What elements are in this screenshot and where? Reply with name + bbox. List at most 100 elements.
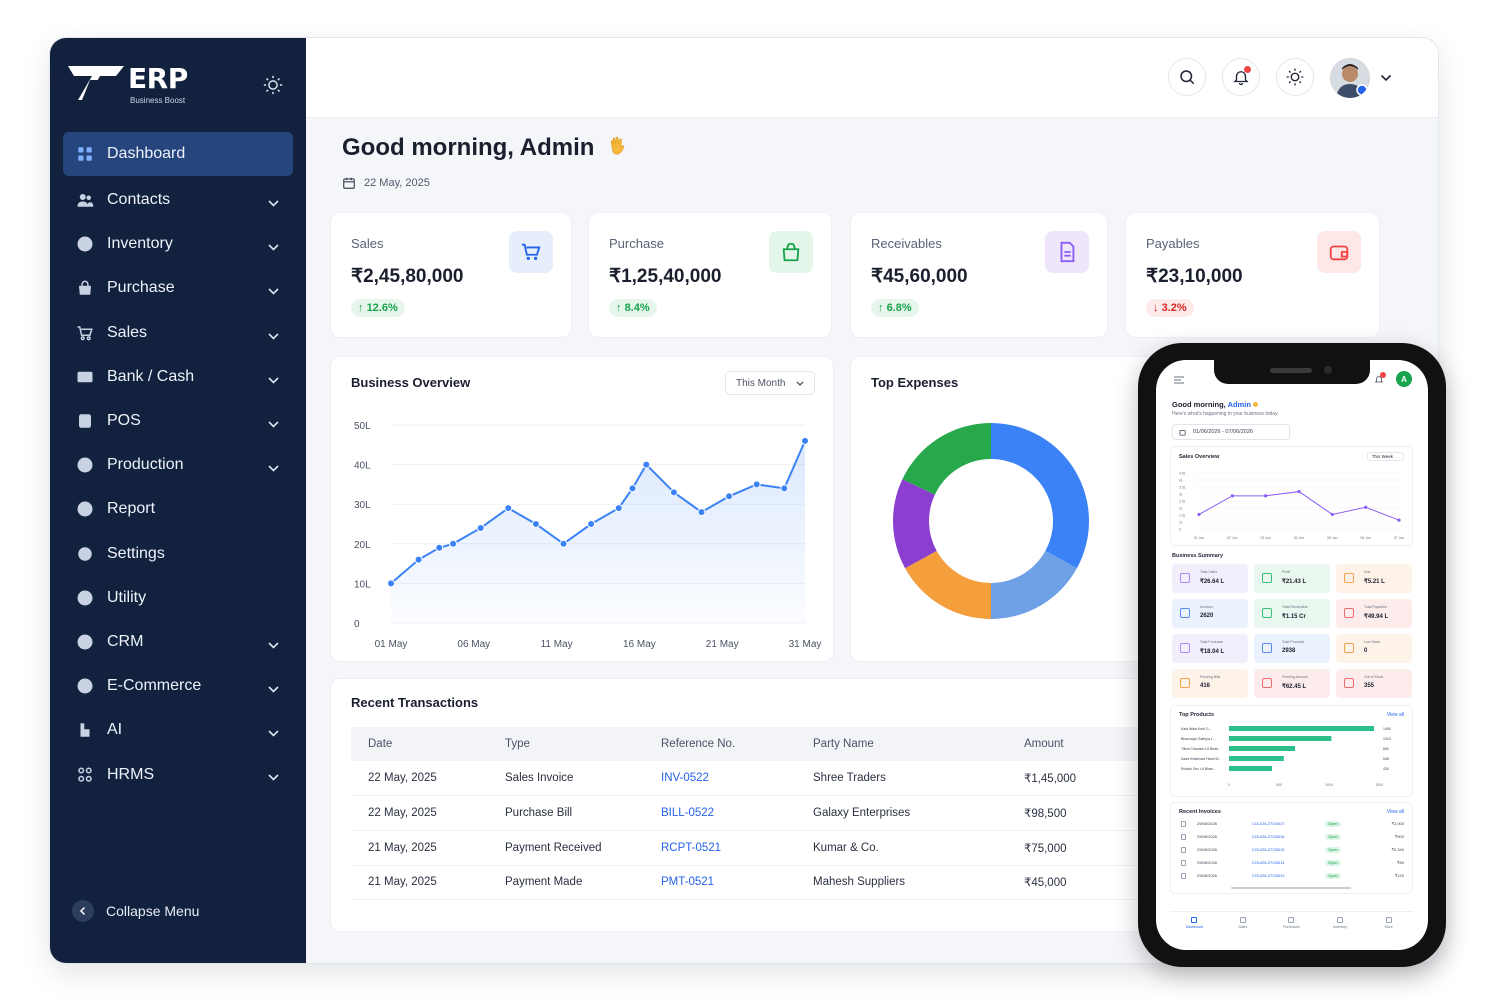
summary-tile-total-products[interactable]: Total Products 2938: [1254, 634, 1330, 663]
sidebar-item-sales[interactable]: Sales: [63, 311, 293, 355]
bar[interactable]: [1229, 756, 1284, 761]
invoice-ref[interactable]: COU/26-27/33015: [1252, 847, 1284, 852]
phone-nav-dashboard[interactable]: Dashboard: [1170, 912, 1219, 937]
data-point[interactable]: [1230, 494, 1234, 498]
chevron-down-icon: [268, 371, 279, 389]
invoice-ref[interactable]: COU/26-27/33016: [1252, 834, 1284, 839]
table-row[interactable]: 22 May, 2025 Purchase Bill BILL-0522 Galaxy…: [351, 795, 1251, 831]
data-point[interactable]: [780, 484, 789, 493]
data-point[interactable]: [1364, 505, 1368, 509]
sidebar-item-dashboard[interactable]: Dashboard: [63, 132, 293, 176]
sidebar-item-bank-cash[interactable]: Bank / Cash: [63, 355, 293, 399]
sidebar-item-inventory[interactable]: Inventory: [63, 222, 293, 266]
data-point[interactable]: [531, 520, 540, 528]
stat-card-receivables[interactable]: Receivables ₹45,60,000 ↑ 6.8%: [850, 212, 1108, 338]
donut-slice[interactable]: [991, 423, 1090, 569]
collapse-menu-button[interactable]: Collapse Menu: [72, 900, 199, 922]
phone-nav-more[interactable]: More: [1364, 912, 1413, 937]
summary-tile-total-purchase[interactable]: Total Purchase ₹18.04 L: [1172, 634, 1248, 663]
summary-tile-total-receivable[interactable]: Total Receivable ₹1.15 Cr: [1254, 599, 1330, 628]
summary-tile-pending-amount[interactable]: Pending Amount ₹62.45 L: [1254, 669, 1330, 698]
data-point[interactable]: [1264, 494, 1268, 498]
sidebar-item-crm[interactable]: CRM: [63, 620, 293, 664]
phone-avatar[interactable]: A: [1396, 371, 1412, 387]
sidebar-item-production[interactable]: Production: [63, 443, 293, 487]
data-point[interactable]: [1330, 512, 1334, 517]
theme-toggle-sun-icon[interactable]: [262, 74, 284, 101]
stat-card-purchase[interactable]: Purchase ₹1,25,40,000 ↑ 8.4%: [588, 212, 832, 338]
data-point[interactable]: [559, 539, 568, 548]
summary-tile-total-payables[interactable]: Total Payables ₹49.94 L: [1336, 599, 1412, 628]
data-point[interactable]: [1397, 518, 1401, 522]
phone-nav-purchases[interactable]: Purchases: [1267, 912, 1316, 937]
phone-nav-sales[interactable]: Sales: [1219, 912, 1268, 937]
data-point[interactable]: [587, 520, 596, 528]
donut-slice[interactable]: [902, 423, 991, 495]
summary-tile-low-stock[interactable]: Low Stock 0: [1336, 634, 1412, 663]
invoice-ref[interactable]: COU/26-27/33017: [1252, 821, 1284, 826]
data-point[interactable]: [725, 492, 734, 501]
list-item[interactable]: 29/06/2026 COU/26-27/33013 Open ₹120: [1171, 871, 1414, 882]
data-point[interactable]: [414, 555, 423, 564]
bar[interactable]: [1229, 746, 1295, 751]
sidebar-item-ai[interactable]: AI: [63, 708, 293, 752]
user-menu-chevron-icon[interactable]: [1380, 74, 1392, 82]
list-item[interactable]: 29/06/2026 COU/26-27/33017 Open ₹1,000: [1171, 819, 1414, 830]
data-point[interactable]: [614, 504, 623, 513]
user-avatar[interactable]: [1330, 58, 1370, 98]
reference-link[interactable]: PMT-0521: [644, 865, 796, 901]
notifications-button[interactable]: [1222, 58, 1260, 96]
table-row[interactable]: 22 May, 2025 Sales Invoice INV-0522 Shree T…: [351, 761, 1251, 797]
data-point[interactable]: [435, 543, 444, 552]
bar[interactable]: [1229, 726, 1374, 731]
sidebar-item-utility[interactable]: Utility: [63, 576, 293, 620]
phone-scrollbar[interactable]: [1231, 887, 1351, 889]
sidebar-item-pos[interactable]: POS: [63, 399, 293, 443]
bar[interactable]: [1229, 766, 1272, 771]
list-item[interactable]: 29/06/2026 COU/26-27/33016 Open ₹900: [1171, 832, 1414, 843]
data-point[interactable]: [628, 484, 637, 493]
list-item[interactable]: 29/06/2026 COU/26-27/33014 Open ₹80: [1171, 858, 1414, 869]
table-row[interactable]: 21 May, 2025 Payment Made PMT-0521 Mahesh S…: [351, 865, 1251, 901]
phone-date-range-picker[interactable]: 01/06/2026 - 07/06/2026: [1172, 424, 1290, 440]
summary-tile-profit[interactable]: Profit ₹21.43 L: [1254, 564, 1330, 593]
data-point[interactable]: [1297, 489, 1301, 494]
data-point[interactable]: [387, 579, 395, 588]
stat-card-sales[interactable]: Sales ₹2,45,80,000 ↑ 12.6%: [330, 212, 572, 338]
sidebar-item-purchase[interactable]: Purchase: [63, 266, 293, 310]
invoice-ref[interactable]: COU/26-27/33013: [1252, 873, 1284, 878]
sidebar-item-report[interactable]: Report: [63, 487, 293, 531]
stat-card-payables[interactable]: Payables ₹23,10,000 ↓ 3.2%: [1125, 212, 1380, 338]
summary-tile-due[interactable]: Due ₹5.21 L: [1336, 564, 1412, 593]
summary-tile-out-of-stock[interactable]: Out of Stock 355: [1336, 669, 1412, 698]
summary-tile-pending-bills[interactable]: Pending Bills 416: [1172, 669, 1248, 698]
reference-link[interactable]: RCPT-0521: [644, 830, 796, 866]
hamburger-menu-icon[interactable]: [1174, 376, 1184, 384]
data-point[interactable]: [449, 539, 458, 548]
invoice-ref[interactable]: COU/26-27/33014: [1252, 860, 1284, 865]
table-row[interactable]: 21 May, 2025 Payment Received RCPT-0521 Kum…: [351, 830, 1251, 866]
data-point[interactable]: [752, 480, 761, 489]
data-point[interactable]: [669, 488, 678, 497]
search-button[interactable]: [1168, 58, 1206, 96]
summary-tile-invoices[interactable]: Invoices 2620: [1172, 599, 1248, 628]
sidebar-item-hrms[interactable]: HRMS: [63, 752, 293, 796]
data-point[interactable]: [697, 508, 706, 517]
logo[interactable]: ERP Business Boost: [66, 62, 196, 106]
data-point[interactable]: [476, 523, 485, 532]
data-point[interactable]: [504, 504, 513, 513]
sidebar-item-contacts[interactable]: Contacts: [63, 178, 293, 222]
summary-tile-total-sales[interactable]: Total Sales ₹26.64 L: [1172, 564, 1248, 593]
reference-link[interactable]: INV-0522: [644, 761, 796, 797]
list-item[interactable]: 29/06/2026 COU/26-27/33015 Open ₹2,340: [1171, 845, 1414, 856]
theme-toggle-button[interactable]: [1276, 58, 1314, 96]
data-point[interactable]: [1197, 512, 1201, 517]
sidebar-item-e-commerce[interactable]: E-Commerce: [63, 664, 293, 708]
sidebar-item-settings[interactable]: Settings: [63, 532, 293, 576]
data-point[interactable]: [801, 436, 809, 445]
data-point[interactable]: [642, 460, 651, 469]
phone-nav-inventory[interactable]: Inventory: [1316, 912, 1365, 937]
phone-invoices-view-all[interactable]: View all: [1387, 809, 1404, 815]
bar[interactable]: [1229, 736, 1332, 741]
reference-link[interactable]: BILL-0522: [644, 795, 796, 831]
